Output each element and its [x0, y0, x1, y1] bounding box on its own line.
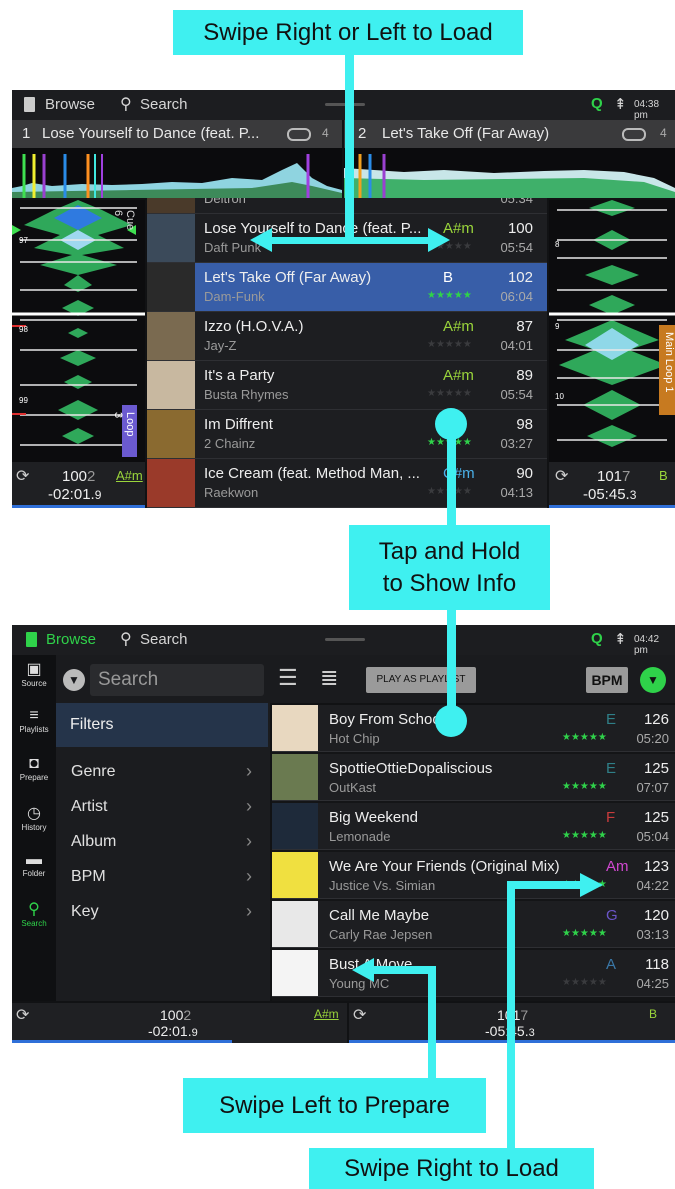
callout-swipe-right-load: Swipe Right to Load	[309, 1148, 594, 1189]
connector-line	[447, 610, 456, 720]
connector-line	[345, 55, 354, 240]
swipe-arrow-right-head	[428, 228, 450, 252]
tap-point-2	[435, 705, 467, 737]
load-arrow-shaft	[507, 881, 583, 889]
prepare-arrow-shaft	[428, 966, 436, 1078]
callout-swipe-prepare: Swipe Left to Prepare	[183, 1078, 486, 1133]
load-arrow-head	[580, 873, 603, 897]
swipe-arrow-shaft	[268, 237, 432, 244]
load-arrow-shaft	[507, 885, 515, 1155]
prepare-arrow-shaft	[372, 966, 436, 974]
swipe-arrow-left-head	[250, 228, 272, 252]
prepare-arrow-head	[352, 958, 374, 982]
connector-line	[447, 424, 456, 525]
gesture-overlay	[250, 55, 603, 1155]
